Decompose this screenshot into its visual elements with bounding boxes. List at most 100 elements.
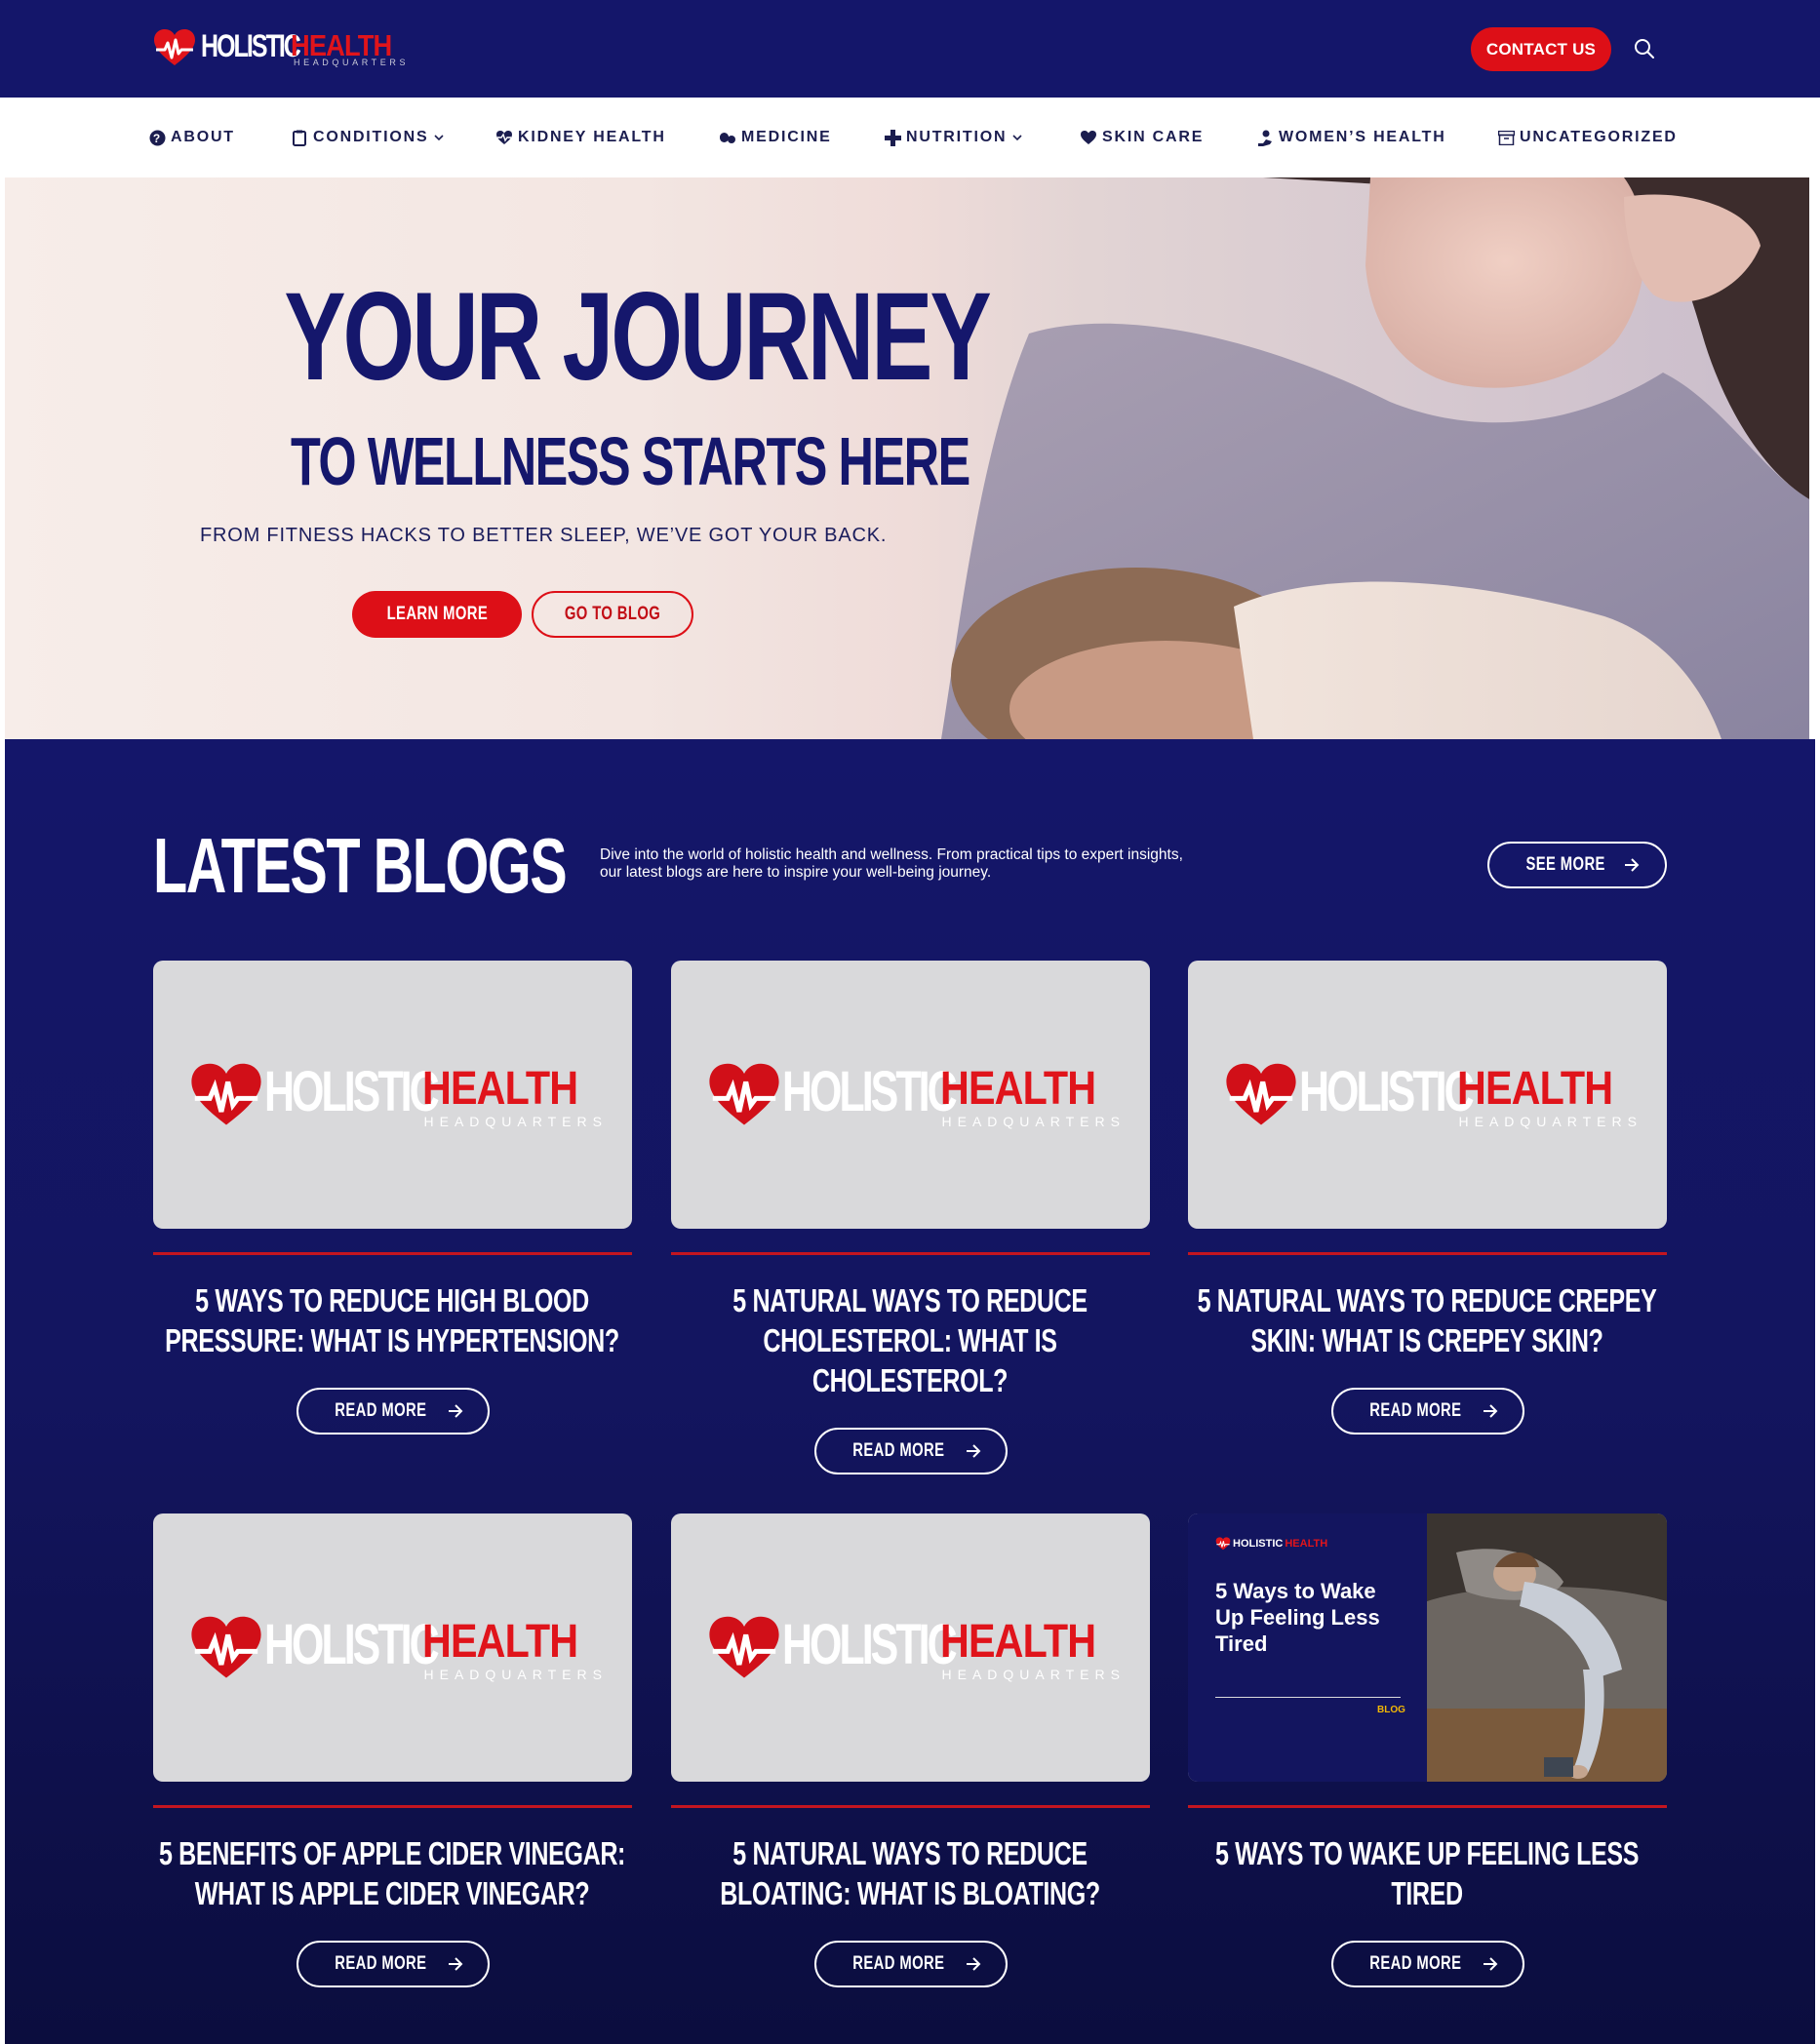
section-title: LATEST BLOGS bbox=[153, 822, 568, 909]
nav-label: SKIN CARE bbox=[1102, 129, 1205, 145]
promo-tag: BLOG bbox=[1377, 1705, 1405, 1715]
divider bbox=[671, 1252, 1150, 1255]
nav-item-about[interactable]: ? ABOUT bbox=[148, 98, 235, 177]
placeholder-logo: HOLISTIC HEALTH HEADQUARTERS bbox=[706, 1609, 1120, 1687]
go-to-blog-label: GO TO BLOG bbox=[564, 604, 661, 624]
blog-card: HOLISTIC HEALTH HEADQUARTERS 5 BENEFITS … bbox=[153, 1513, 632, 1987]
read-more-label: READ MORE bbox=[1369, 1953, 1462, 1974]
read-more-button[interactable]: READ MORE bbox=[296, 1941, 490, 1987]
nav-label: KIDNEY HEALTH bbox=[518, 129, 666, 145]
contact-us-button[interactable]: CONTACT US bbox=[1471, 27, 1611, 71]
see-more-button[interactable]: SEE MORE bbox=[1487, 842, 1667, 888]
learn-more-label: LEARN MORE bbox=[386, 604, 488, 624]
blog-thumbnail[interactable]: HOLISTIC HEALTH HEADQUARTERS bbox=[153, 961, 632, 1229]
heart-pulse-icon bbox=[190, 1063, 261, 1125]
read-more-button[interactable]: READ MORE bbox=[813, 1428, 1008, 1474]
read-more-label: READ MORE bbox=[1369, 1400, 1462, 1421]
arrow-right-icon bbox=[448, 1404, 463, 1418]
top-header: HOLISTIC HEALTH HEADQUARTERS CONTACT US bbox=[0, 0, 1820, 98]
nav-label: WOMEN’S HEALTH bbox=[1279, 129, 1446, 145]
arrow-right-icon bbox=[1625, 858, 1640, 872]
blog-title[interactable]: 5 WAYS TO REDUCE HIGH BLOOD PRESSURE: WH… bbox=[153, 1280, 632, 1360]
person-hand-icon bbox=[1256, 129, 1274, 146]
blog-title[interactable]: 5 NATURAL WAYS TO REDUCE CHOLESTEROL: WH… bbox=[671, 1280, 1150, 1400]
mini-logo-b: HEALTH bbox=[1285, 1538, 1328, 1550]
logo-word-headquarters: HEADQUARTERS bbox=[423, 1113, 608, 1129]
blog-thumbnail[interactable]: HOLISTIC HEALTH HEADQUARTERS bbox=[671, 1513, 1150, 1782]
logo-word-headquarters: HEADQUARTERS bbox=[1458, 1113, 1642, 1129]
blog-title-text: 5 NATURAL WAYS TO REDUCE BLOATING: WHAT … bbox=[720, 1835, 1100, 1911]
blog-title-text: 5 BENEFITS OF APPLE CIDER VINEGAR: WHAT … bbox=[158, 1835, 626, 1911]
blog-title-text: 5 NATURAL WAYS TO REDUCE CHOLESTEROL: WH… bbox=[732, 1282, 1088, 1398]
arrow-right-icon bbox=[448, 1957, 463, 1971]
read-more-label: READ MORE bbox=[852, 1953, 945, 1974]
blog-title[interactable]: 5 NATURAL WAYS TO REDUCE CREPEY SKIN: WH… bbox=[1188, 1280, 1667, 1360]
placeholder-logo: HOLISTIC HEALTH HEADQUARTERS bbox=[188, 1056, 602, 1134]
blog-thumbnail[interactable]: HOLISTIC HEALTH HEADQUARTERS bbox=[671, 961, 1150, 1229]
tired-person-photo bbox=[1427, 1513, 1667, 1782]
arrow-right-icon bbox=[966, 1444, 981, 1458]
blog-thumbnail[interactable]: HOLISTIC HEALTH 5 Ways to Wake Up Feeling… bbox=[1188, 1513, 1667, 1782]
heart-icon bbox=[1080, 129, 1097, 146]
logo-word-holistic: HOLISTIC bbox=[201, 28, 301, 63]
divider bbox=[153, 1805, 632, 1808]
logo-word-holistic: HOLISTIC bbox=[263, 1612, 440, 1676]
divider bbox=[1188, 1252, 1667, 1255]
heart-pulse-icon bbox=[1215, 1537, 1231, 1551]
question-circle-icon: ? bbox=[148, 129, 166, 146]
read-more-button[interactable]: READ MORE bbox=[1330, 1388, 1524, 1435]
read-more-label: READ MORE bbox=[852, 1440, 945, 1461]
arrow-right-icon bbox=[1483, 1957, 1498, 1971]
learn-more-button[interactable]: LEARN MORE bbox=[352, 591, 522, 638]
arrow-right-icon bbox=[1483, 1404, 1498, 1418]
nav-item-skin-care[interactable]: SKIN CARE bbox=[1080, 98, 1204, 177]
divider bbox=[671, 1805, 1150, 1808]
archive-icon bbox=[1497, 129, 1515, 146]
blog-card: HOLISTIC HEALTH HEADQUARTERS 5 NATURAL W… bbox=[671, 961, 1150, 1474]
read-more-label: READ MORE bbox=[335, 1400, 427, 1421]
pills-icon bbox=[719, 129, 736, 146]
blog-card: HOLISTIC HEALTH HEADQUARTERS 5 NATURAL W… bbox=[671, 1513, 1150, 1987]
heart-pulse-icon bbox=[708, 1616, 779, 1678]
search-icon[interactable] bbox=[1631, 35, 1658, 62]
read-more-button[interactable]: READ MORE bbox=[813, 1941, 1008, 1987]
logo-word-health: HEALTH bbox=[421, 1062, 578, 1115]
blog-thumbnail[interactable]: HOLISTIC HEALTH HEADQUARTERS bbox=[1188, 961, 1667, 1229]
promo-panel: HOLISTIC HEALTH 5 Ways to Wake Up Feeling… bbox=[1188, 1513, 1427, 1782]
logo-word-health: HEALTH bbox=[421, 1615, 578, 1668]
nav-item-nutrition[interactable]: NUTRITION bbox=[884, 98, 1022, 177]
hero-subtitle: TO WELLNESS STARTS HERE bbox=[290, 423, 970, 499]
read-more-label: READ MORE bbox=[335, 1953, 427, 1974]
logo-word-holistic: HOLISTIC bbox=[263, 1059, 440, 1123]
heart-pulse-icon bbox=[190, 1616, 261, 1678]
nav-item-medicine[interactable]: MEDICINE bbox=[719, 98, 832, 177]
blog-title[interactable]: 5 NATURAL WAYS TO REDUCE BLOATING: WHAT … bbox=[671, 1833, 1150, 1913]
blog-title-text: 5 WAYS TO WAKE UP FEELING LESS TIRED bbox=[1214, 1835, 1640, 1911]
clipboard-icon bbox=[291, 129, 308, 146]
svg-text:?: ? bbox=[152, 132, 161, 145]
chevron-down-icon bbox=[1012, 134, 1022, 141]
placeholder-logo: HOLISTIC HEALTH HEADQUARTERS bbox=[706, 1056, 1120, 1134]
nav-item-uncategorized[interactable]: UNCATEGORIZED bbox=[1497, 98, 1678, 177]
nav-item-conditions[interactable]: CONDITIONS bbox=[291, 98, 445, 177]
go-to-blog-button[interactable]: GO TO BLOG bbox=[532, 591, 693, 638]
divider bbox=[1188, 1805, 1667, 1808]
heart-pulse-icon bbox=[1225, 1063, 1296, 1125]
read-more-button[interactable]: READ MORE bbox=[1330, 1941, 1524, 1987]
nav-label: UNCATEGORIZED bbox=[1520, 129, 1678, 145]
logo-word-health: HEALTH bbox=[939, 1615, 1096, 1668]
blog-title[interactable]: 5 WAYS TO WAKE UP FEELING LESS TIRED bbox=[1188, 1833, 1667, 1913]
logo-word-headquarters: HEADQUARTERS bbox=[941, 1113, 1126, 1129]
blog-card: HOLISTIC HEALTH 5 Ways to Wake Up Feeling… bbox=[1188, 1513, 1667, 1987]
placeholder-logo: HOLISTIC HEALTH HEADQUARTERS bbox=[1223, 1056, 1637, 1134]
read-more-button[interactable]: READ MORE bbox=[296, 1388, 490, 1435]
blog-thumbnail[interactable]: HOLISTIC HEALTH HEADQUARTERS bbox=[153, 1513, 632, 1782]
see-more-label: SEE MORE bbox=[1525, 854, 1605, 875]
nav-label: ABOUT bbox=[171, 129, 235, 145]
site-logo[interactable]: HOLISTIC HEALTH HEADQUARTERS bbox=[152, 25, 406, 70]
blog-title[interactable]: 5 BENEFITS OF APPLE CIDER VINEGAR: WHAT … bbox=[153, 1833, 632, 1913]
hero-title: YOUR JOURNEY bbox=[284, 267, 991, 407]
nav-item-kidney-health[interactable]: KIDNEY HEALTH bbox=[495, 98, 666, 177]
mini-logo-a: HOLISTIC bbox=[1233, 1538, 1284, 1550]
nav-item-womens-health[interactable]: WOMEN’S HEALTH bbox=[1256, 98, 1446, 177]
